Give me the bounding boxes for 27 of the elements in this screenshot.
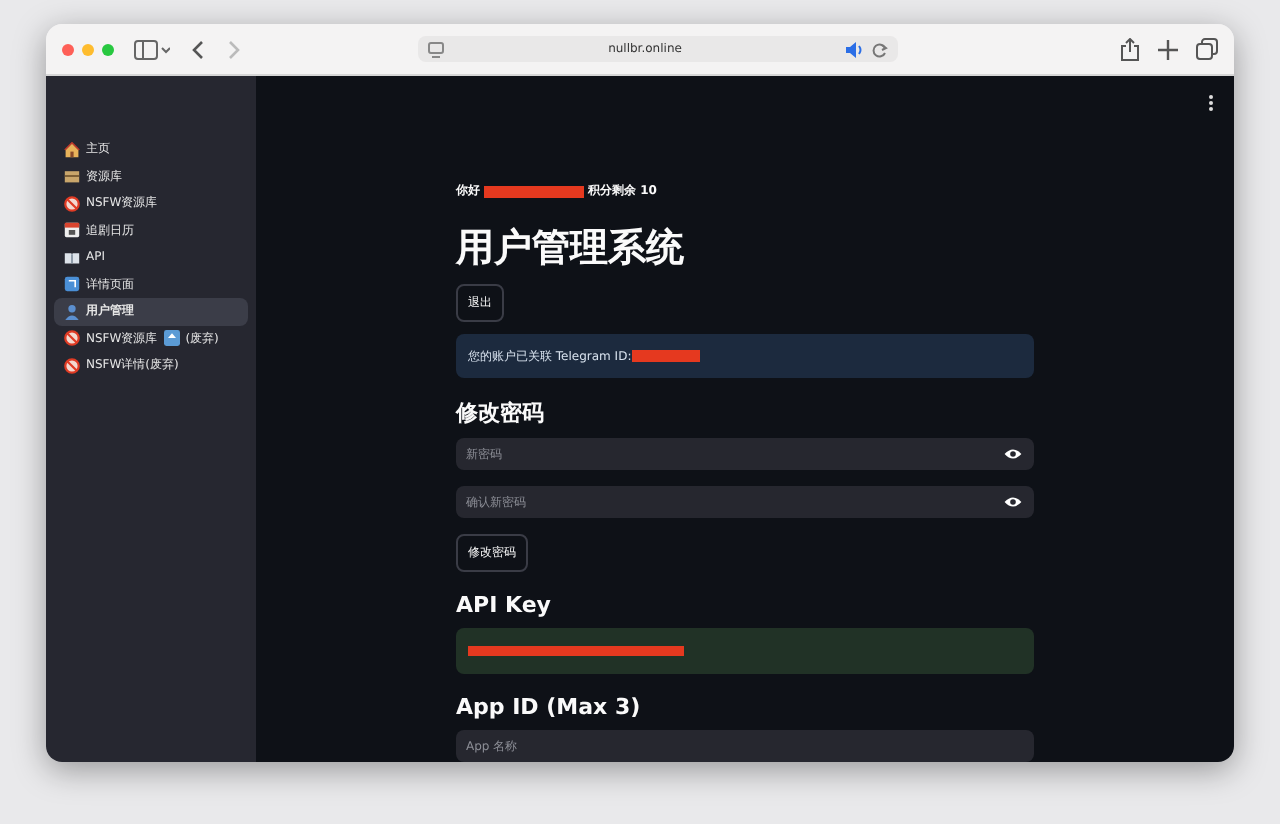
house-icon xyxy=(64,141,80,158)
prohibited-icon xyxy=(64,330,80,347)
section-heading: API Key xyxy=(456,592,553,618)
speaker-icon[interactable] xyxy=(846,41,864,57)
redaction-bar xyxy=(484,185,584,197)
more-menu-icon[interactable] xyxy=(1208,94,1214,112)
book-icon xyxy=(64,249,80,266)
back-icon[interactable] xyxy=(190,39,206,59)
site-icon xyxy=(428,41,444,57)
box-icon xyxy=(64,168,80,185)
close-button[interactable] xyxy=(62,43,74,55)
new-tab-icon[interactable] xyxy=(1158,39,1178,59)
share-icon[interactable] xyxy=(1120,37,1140,61)
sidebar-toggle-icon[interactable] xyxy=(134,39,170,59)
tabs-overview-icon[interactable] xyxy=(1196,38,1218,60)
reload-icon[interactable] xyxy=(872,41,888,57)
redaction-bar xyxy=(631,350,700,362)
section-heading: App ID (Max 3) xyxy=(456,694,643,720)
prohibited-icon xyxy=(64,357,80,374)
person-icon xyxy=(64,303,80,320)
tile-icon xyxy=(64,276,80,293)
eye-icon[interactable] xyxy=(1004,496,1022,508)
prohibited-icon xyxy=(64,195,80,212)
section-heading: 修改密码 xyxy=(456,398,546,428)
calendar-icon xyxy=(64,222,80,239)
eye-icon[interactable] xyxy=(1004,448,1022,460)
page-title: 用户管理系统 xyxy=(456,224,686,272)
